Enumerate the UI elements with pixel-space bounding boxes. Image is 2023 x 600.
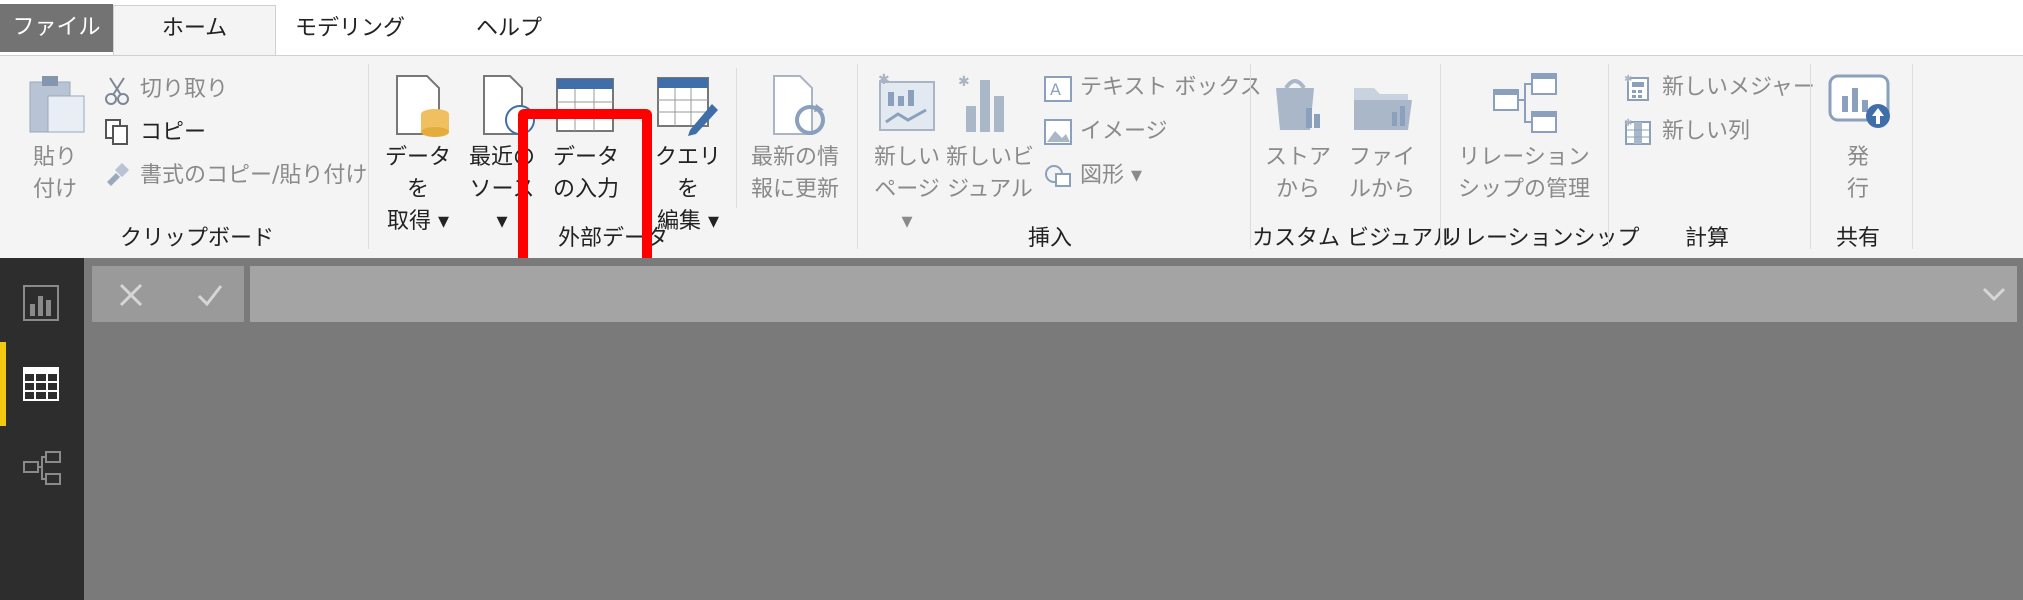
new-measure-button[interactable]: 新しいメジャー <box>1662 72 1815 104</box>
formula-bar <box>92 266 2017 322</box>
svg-text:A: A <box>1050 80 1061 99</box>
refresh-label-1: 最新の情 <box>750 145 839 170</box>
publish-label-1: 発 <box>1846 145 1869 170</box>
group-label-custom-visuals: カスタム ビジュアル <box>1252 226 1455 251</box>
get-data-label-2: 取得 ▾ <box>386 209 450 234</box>
new-page-label-1: 新しい <box>873 145 940 170</box>
data-view-icon[interactable] <box>22 366 60 402</box>
separator <box>368 64 369 249</box>
publish-label-2: 行 <box>1846 177 1869 202</box>
separator <box>857 64 858 249</box>
tab-help[interactable]: ヘルプ <box>455 6 563 56</box>
new-column-icon: ✱ <box>1624 118 1651 145</box>
from-store-label-2: から <box>1275 177 1320 202</box>
group-label-calculations: 計算 <box>1684 226 1729 251</box>
formula-buttons <box>92 266 244 322</box>
shapes-button[interactable]: 図形 ▾ <box>1080 160 1142 192</box>
view-nav <box>0 258 84 600</box>
from-store-label-1: ストア <box>1264 145 1331 170</box>
new-visual-icon: ✱ <box>958 74 1004 132</box>
copy-icon <box>105 119 128 145</box>
new-page-icon: ✱ <box>878 72 935 131</box>
separator <box>1608 64 1609 249</box>
new-visual-label-1: 新しいビ <box>946 145 1035 170</box>
svg-text:✱: ✱ <box>1624 74 1632 85</box>
folder-icon <box>1354 88 1412 130</box>
chevron-down-icon[interactable] <box>1981 284 2007 304</box>
separator <box>1250 64 1251 249</box>
new-visual-label-2: ジュアル <box>947 177 1033 202</box>
image-icon <box>1044 119 1072 145</box>
svg-text:✱: ✱ <box>1624 118 1632 129</box>
data-view-accent <box>0 342 6 426</box>
group-label-share: 共有 <box>1835 226 1880 251</box>
group-label-clipboard: クリップボード <box>120 226 275 251</box>
refresh-label-2: 報に更新 <box>750 177 839 202</box>
group-label-relationships: リレーションシップ <box>1442 226 1640 251</box>
group-label-insert: 挿入 <box>1027 226 1072 251</box>
cancel-formula-icon[interactable] <box>118 282 144 308</box>
formula-input[interactable] <box>250 266 2017 322</box>
paste-icon <box>29 76 85 133</box>
new-page-label-2: ページ ▾ <box>874 177 940 234</box>
cut-button[interactable]: 切り取り <box>140 74 228 106</box>
commit-formula-icon[interactable] <box>196 282 224 308</box>
svg-text:✱: ✱ <box>958 74 970 90</box>
edit-queries-label-1: クエリを <box>654 145 721 202</box>
separator <box>1440 64 1441 249</box>
paste-label-1: 貼り <box>32 145 77 170</box>
separator <box>736 68 737 208</box>
shapes-icon <box>1045 165 1071 187</box>
tab-home[interactable]: ホーム <box>113 5 276 56</box>
textbox-icon: A <box>1044 76 1072 102</box>
from-file-label-2: ルから <box>1348 177 1415 202</box>
manage-relationships-label-1: リレーション <box>1458 145 1590 170</box>
relationships-icon <box>1493 73 1557 133</box>
separator <box>1912 64 1913 249</box>
report-view-icon[interactable] <box>22 284 60 322</box>
scissors-icon <box>105 77 129 105</box>
paste-label-2: 付け <box>32 177 77 202</box>
manage-relationships-label-2: シップの管理 <box>1457 177 1590 202</box>
new-measure-icon: ✱ <box>1624 74 1649 101</box>
ribbon-tab-bar: ファイル ホーム モデリング ヘルプ <box>0 0 2023 56</box>
refresh-icon <box>773 75 825 135</box>
copy-button[interactable]: コピー <box>140 117 206 149</box>
format-painter-icon <box>107 162 130 186</box>
textbox-button[interactable]: テキスト ボックス <box>1080 72 1262 104</box>
publish-icon <box>1828 74 1890 128</box>
tab-modeling[interactable]: モデリング <box>282 6 418 56</box>
svg-text:✱: ✱ <box>878 72 890 88</box>
format-painter-button[interactable]: 書式のコピー/貼り付け <box>140 160 367 192</box>
image-button[interactable]: イメージ <box>1080 116 1168 148</box>
from-file-label-1: ファイ <box>1348 145 1415 170</box>
ribbon-home: 貼り 付け 切り取り コピー 書式のコピー/貼り付け クリップボード データを … <box>0 55 2023 291</box>
tab-file[interactable]: ファイル <box>0 4 113 52</box>
store-icon <box>1276 79 1320 130</box>
get-data-icon <box>396 75 449 137</box>
get-data-label-1: データを <box>384 145 451 202</box>
new-column-button[interactable]: 新しい列 <box>1662 116 1750 148</box>
edit-queries-icon <box>657 77 718 136</box>
model-view-icon[interactable] <box>22 450 62 486</box>
